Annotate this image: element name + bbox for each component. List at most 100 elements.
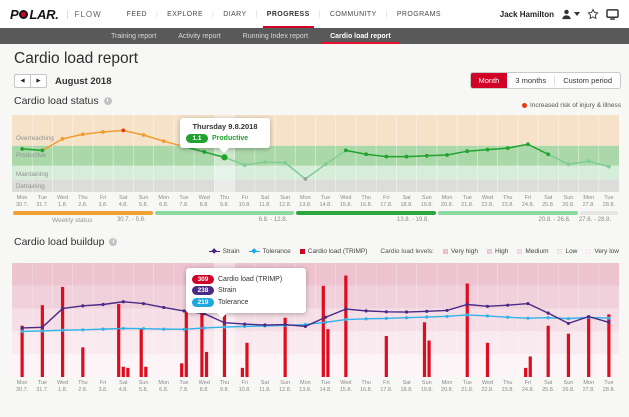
weekly-status-bars (12, 211, 619, 215)
period-button-month[interactable]: Month (471, 73, 508, 88)
cardio-load-buildup-chart[interactable] (12, 263, 619, 377)
axis-day: Sat (113, 195, 133, 202)
menu-item-programs[interactable]: PROGRAMS (388, 0, 450, 28)
axis-day: Thu (73, 380, 93, 387)
axis-day-label: Mon27.8. (579, 195, 599, 209)
axis-day: Fri (376, 195, 396, 202)
menu-item-progress[interactable]: PROGRESS (258, 0, 319, 28)
subnav-item-running-index-report[interactable]: Running Index report (232, 28, 319, 44)
status-tooltip-date: Thursday 9.8.2018 (186, 122, 264, 131)
axis-day: Sun (133, 195, 153, 202)
axis-day-label: Tue31.7. (32, 380, 52, 394)
cardio-load-status-chart[interactable]: OverreachingProductiveMaintainingDetrain… (12, 115, 619, 192)
axis-day-label: Thu16.8. (356, 380, 376, 394)
axis-day: Sat (113, 380, 133, 387)
axis-day: Mon (437, 195, 457, 202)
legend-level-high: High (487, 248, 508, 255)
axis-date: 27.8. (579, 202, 599, 209)
user-name[interactable]: Jack Hamilton (500, 10, 554, 19)
subnav-item-training-report[interactable]: Training report (100, 28, 167, 44)
weekly-range-label: 13.8. - 19.8. (397, 217, 429, 223)
devices-button[interactable] (606, 9, 619, 20)
axis-day-label: Tue31.7. (32, 195, 52, 209)
axis-day-label: Sat25.8. (538, 195, 558, 209)
axis-day: Thu (73, 195, 93, 202)
axis-date: 20.8. (437, 202, 457, 209)
axis-date: 1.8. (52, 387, 72, 394)
status-tooltip: Thursday 9.8.2018 1.1 Productive (180, 118, 270, 148)
menu-item-feed[interactable]: FEED (118, 0, 156, 28)
axis-date: 8.8. (194, 387, 214, 394)
legend-label: Very high (451, 248, 478, 255)
axis-day-label: Thu2.8. (73, 380, 93, 394)
axis-day: Tue (316, 195, 336, 202)
axis-date: 7.8. (174, 387, 194, 394)
menu-item-diary[interactable]: DIARY (214, 0, 255, 28)
axis-day: Sat (255, 380, 275, 387)
star-icon (587, 8, 599, 20)
info-icon[interactable]: i (109, 238, 117, 246)
period-button-3-months[interactable]: 3 months (507, 73, 554, 88)
favorites-button[interactable] (587, 8, 599, 20)
axis-day-label: Sat4.8. (113, 195, 133, 209)
axis-day-label: Wed15.8. (336, 195, 356, 209)
axis-date: 27.8. (579, 387, 599, 394)
axis-date: 6.8. (154, 202, 174, 209)
buildup-tooltip-row: 238Strain (192, 286, 300, 295)
axis-day-label: Mon13.8. (295, 195, 315, 209)
axis-day: Thu (498, 195, 518, 202)
axis-day-label: Sat18.8. (396, 380, 416, 394)
weekly-range-label: 20.8. - 26.8. (539, 217, 571, 223)
axis-date: 12.8. (275, 202, 295, 209)
previous-month-button[interactable]: ◀ (14, 74, 31, 88)
caret-down-icon (574, 12, 580, 16)
subnav-item-cardio-load-report[interactable]: Cardio load report (319, 28, 402, 44)
menu-item-community[interactable]: COMMUNITY (321, 0, 386, 28)
axis-date: 13.8. (295, 202, 315, 209)
polar-logo[interactable]: P LAR. | FLOW (10, 7, 102, 22)
subnav-item-activity-report[interactable]: Activity report (167, 28, 231, 44)
axis-day-label: Mon27.8. (579, 380, 599, 394)
axis-day: Mon (437, 380, 457, 387)
next-month-button[interactable]: ▶ (30, 74, 47, 88)
axis-date: 31.7. (32, 387, 52, 394)
risk-dot-icon (522, 103, 527, 108)
axis-day-label: Mon20.8. (437, 195, 457, 209)
axis-date: 24.8. (518, 387, 538, 394)
axis-day: Thu (498, 380, 518, 387)
axis-date: 19.8. (417, 202, 437, 209)
axis-day-label: Sun12.8. (275, 195, 295, 209)
axis-day: Sun (558, 195, 578, 202)
axis-day-label: Tue28.8. (599, 195, 619, 209)
period-button-custom-period[interactable]: Custom period (555, 73, 620, 88)
menu-item-explore[interactable]: EXPLORE (158, 0, 212, 28)
axis-date: 31.7. (32, 202, 52, 209)
user-menu[interactable] (561, 9, 580, 20)
axis-day: Sun (275, 195, 295, 202)
axis-day: Tue (32, 195, 52, 202)
status-state-label: Productive (212, 135, 248, 142)
weekly-segment (580, 211, 618, 215)
legend-label: Medium (525, 248, 548, 255)
axis-day-label: Thu23.8. (498, 195, 518, 209)
axis-day-label: Fri10.8. (235, 380, 255, 394)
axis-day-label: Wed1.8. (52, 195, 72, 209)
info-icon[interactable]: i (104, 97, 112, 105)
legend-cardio-load-trimp-marker-icon (300, 249, 305, 254)
axis-date: 17.8. (376, 387, 396, 394)
axis-date: 23.8. (498, 387, 518, 394)
axis-date: 6.8. (154, 387, 174, 394)
axis-day-label: Tue28.8. (599, 380, 619, 394)
logo-letter-p: P (10, 7, 18, 22)
axis-day: Tue (32, 380, 52, 387)
axis-day-label: Thu2.8. (73, 195, 93, 209)
buildup-chart-axis: Mon30.7.Tue31.7.Wed1.8.Thu2.8.Fri3.8.Sat… (12, 380, 619, 394)
axis-day: Sun (558, 380, 578, 387)
legend-label: Cardio load (TRIMP) (308, 248, 368, 255)
display-icon (606, 9, 619, 20)
axis-day: Tue (457, 195, 477, 202)
legend-label: Low (565, 248, 577, 255)
axis-day-label: Tue7.8. (174, 195, 194, 209)
tooltip-series-label: Tolerance (218, 299, 248, 306)
axis-day: Fri (376, 380, 396, 387)
